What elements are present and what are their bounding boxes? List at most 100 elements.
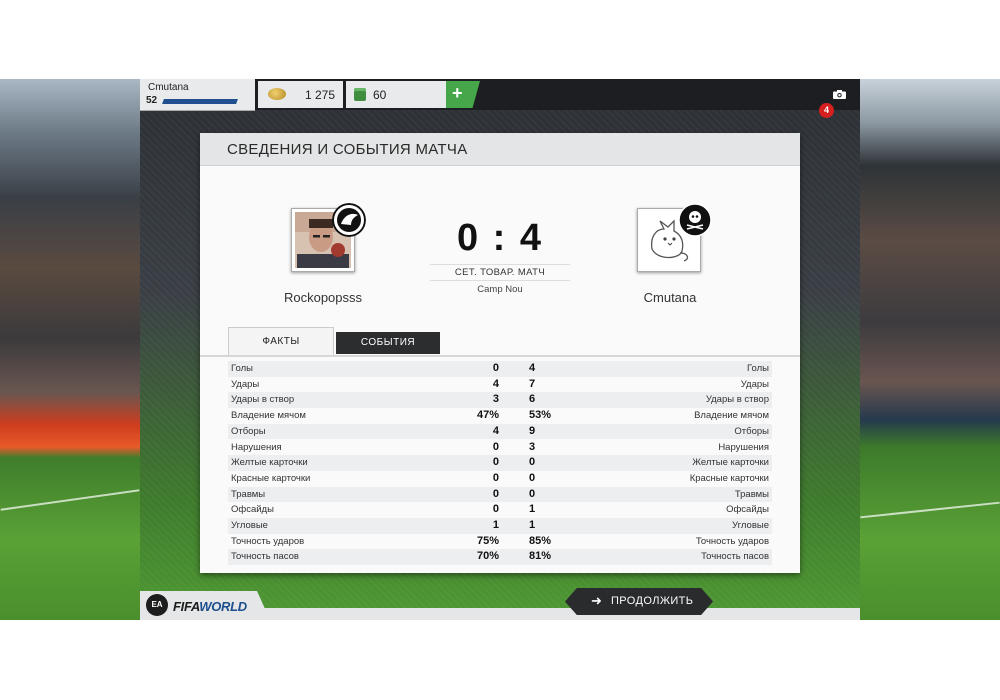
home-stat-label: Красные карточки (231, 472, 311, 484)
stat-row: Точность ударов 75% 85% Точность ударов (228, 534, 772, 550)
points-display: 60 (346, 81, 446, 108)
stat-row: Желтые карточки 0 0 Желтые карточки (228, 455, 772, 471)
user-name: Cmutana (148, 82, 189, 93)
tab-facts[interactable]: ФАКТЫ (228, 327, 334, 356)
coin-icon (268, 88, 286, 100)
logo-main-text: FIFA (173, 599, 200, 614)
home-stat-label: Травмы (231, 488, 266, 500)
home-stat-value: 75% (476, 534, 499, 547)
away-stat-label: Офсайды (726, 504, 769, 516)
tabs-divider (200, 355, 800, 357)
away-stat-value: 1 (529, 519, 536, 531)
points-icon (354, 88, 366, 101)
away-stat-label: Точность пасов (701, 551, 769, 563)
match-venue: Camp Nou (477, 284, 523, 295)
away-stat-value: 81% (529, 550, 552, 563)
away-stat-label: Удары в створ (705, 394, 769, 406)
home-stat-label: Голы (231, 363, 253, 374)
away-stat-value: 0 (529, 471, 536, 484)
away-stat-value: 0 (529, 456, 536, 469)
stat-row: Владение мячом 47% 53% Владение мячом (228, 408, 772, 424)
points-value: 60 (373, 88, 387, 102)
match-details-panel: СВЕДЕНИЯ И СОБЫТИЯ МАТЧА Rockopopsss 0 :… (200, 133, 800, 573)
stat-row: Голы 0 4 Голы (228, 361, 772, 377)
away-stat-value: 7 (529, 377, 536, 390)
fifa-world-wordmark: FIFAWORLD (173, 599, 247, 614)
add-currency-button[interactable]: + (446, 81, 480, 108)
home-stat-label: Владение мячом (231, 410, 306, 422)
home-stat-label: Удары в створ (231, 394, 295, 406)
home-stat-value: 47% (476, 409, 499, 422)
home-stat-value: 0 (492, 503, 499, 516)
home-stat-label: Точность ударов (231, 535, 305, 547)
continue-label: ПРОДОЛЖИТЬ (611, 595, 694, 607)
home-stat-label: Офсайды (231, 504, 274, 516)
xp-progress-bar (162, 99, 238, 104)
away-stat-label: Угловые (732, 520, 769, 531)
swansea-crest-icon (332, 203, 366, 237)
coins-value: 1 275 (305, 88, 336, 102)
stadium-background-left (0, 79, 140, 620)
home-stat-value: 70% (476, 550, 499, 563)
home-stat-value: 0 (492, 440, 499, 453)
away-stat-value: 0 (529, 487, 536, 500)
stat-row: Отборы 4 9 Отборы (228, 423, 772, 440)
away-stat-label: Красные карточки (689, 472, 769, 484)
match-type: СЕТ. ТОВАР. МАТЧ (430, 264, 570, 281)
stadium-background-right (860, 79, 1000, 620)
arrow-right-icon: ➜ (591, 593, 603, 608)
away-stat-value: 85% (529, 534, 552, 547)
panel-title: СВЕДЕНИЯ И СОБЫТИЯ МАТЧА (227, 141, 468, 158)
continue-button[interactable]: ➜ ПРОДОЛЖИТЬ (565, 588, 713, 615)
home-stat-value: 3 (492, 393, 499, 406)
panel-header: СВЕДЕНИЯ И СОБЫТИЯ МАТЧА (200, 133, 800, 166)
pitch-line (860, 501, 1000, 519)
stat-row: Красные карточки 0 0 Красные карточки (228, 471, 772, 487)
home-stat-value: 1 (492, 519, 499, 531)
home-stat-label: Желтые карточки (231, 457, 308, 469)
fifa-world-logo: EA FIFAWORLD (140, 591, 270, 620)
stat-row: Нарушения 0 3 Нарушения (228, 440, 772, 456)
stat-row: Угловые 1 1 Угловые (228, 518, 772, 534)
top-bar: Cmutana 52 1 275 60 + 4 (140, 79, 860, 118)
away-stat-value: 4 (529, 362, 536, 374)
away-team-name: Cmutana (643, 290, 697, 305)
away-stat-label: Удары (740, 378, 769, 390)
pitch-line (0, 489, 140, 511)
notification-badge[interactable]: 4 (819, 103, 834, 118)
away-stat-label: Владение мячом (694, 410, 769, 422)
away-stat-label: Желтые карточки (692, 457, 769, 469)
home-team-name: Rockopopsss (283, 290, 363, 305)
away-stat-value: 1 (529, 503, 536, 516)
home-stat-label: Отборы (231, 425, 266, 437)
stat-row: Офсайды 0 1 Офсайды (228, 502, 772, 518)
stat-row: Удары в створ 3 6 Удары в створ (228, 392, 772, 409)
home-stat-label: Удары (231, 378, 260, 390)
user-level: 52 (146, 95, 158, 106)
stat-row: Точность пасов 70% 81% Точность пасов (228, 549, 772, 566)
stat-row: Травмы 0 0 Травмы (228, 486, 772, 503)
stat-row: Удары 4 7 Удары (228, 377, 772, 393)
home-stat-value: 0 (492, 487, 499, 500)
away-stat-value: 53% (529, 409, 552, 422)
away-stat-value: 6 (529, 393, 536, 406)
away-stat-value: 9 (529, 424, 536, 437)
coins-display: 1 275 (258, 81, 343, 108)
camera-icon[interactable] (833, 90, 846, 99)
home-stat-value: 0 (492, 471, 499, 484)
ea-sports-icon: EA (146, 594, 168, 616)
home-stat-value: 4 (492, 424, 499, 437)
logo-accent-text: WORLD (199, 599, 247, 614)
game-screen: Cmutana 52 1 275 60 + 4 СВЕДЕНИЯ И СОБЫТ… (140, 79, 860, 620)
match-score: 0 : 4 (456, 217, 544, 259)
away-stat-value: 3 (529, 440, 536, 453)
away-stat-label: Точность ударов (695, 535, 769, 547)
home-stat-value: 0 (492, 362, 499, 374)
tab-events[interactable]: СОБЫТИЯ (336, 332, 440, 354)
away-stat-label: Травмы (734, 488, 769, 500)
home-stat-value: 0 (492, 456, 499, 469)
home-stat-label: Нарушения (231, 441, 282, 453)
user-profile[interactable]: Cmutana 52 (140, 79, 255, 111)
away-stat-label: Нарушения (718, 441, 769, 453)
away-stat-label: Отборы (734, 425, 769, 437)
